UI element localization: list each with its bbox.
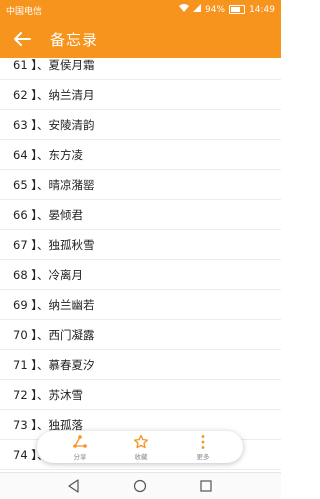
list-item[interactable]: 63 】、安陵清韵 bbox=[0, 110, 281, 140]
more-vertical-icon bbox=[201, 435, 205, 449]
list-item[interactable]: 71 】、慕春夏汐 bbox=[0, 350, 281, 380]
system-nav-bar bbox=[0, 472, 281, 499]
share-label: 分享 bbox=[73, 453, 87, 461]
status-bar: 中国电信 94% 14:49 bbox=[0, 0, 281, 20]
list-item[interactable]: 70 】、西门凝露 bbox=[0, 320, 281, 350]
favorite-label: 收藏 bbox=[134, 453, 148, 461]
clock: 14:49 bbox=[249, 4, 275, 15]
nav-home-icon[interactable] bbox=[132, 478, 148, 494]
wifi-icon bbox=[179, 4, 190, 15]
nav-back-icon[interactable] bbox=[66, 478, 82, 494]
status-right: 94% 14:49 bbox=[179, 4, 275, 15]
list-item[interactable]: 72 】、苏沐雪 bbox=[0, 380, 281, 410]
floating-toolbar: 分享 收藏 更多 bbox=[37, 431, 243, 463]
battery-icon bbox=[229, 5, 246, 14]
nav-recent-icon[interactable] bbox=[198, 478, 214, 494]
memo-list[interactable]: 61 】、夏侯月霜 62 】、纳兰清月 63 】、安陵清韵 64 】、东方凌 6… bbox=[0, 58, 281, 472]
list-item[interactable]: 62 】、纳兰清月 bbox=[0, 80, 281, 110]
list-item[interactable]: 64 】、东方凌 bbox=[0, 140, 281, 170]
list-item[interactable]: 68 】、冷离月 bbox=[0, 260, 281, 290]
share-button[interactable]: 分享 bbox=[55, 431, 105, 463]
list-item[interactable]: 66 】、晏倾君 bbox=[0, 200, 281, 230]
share-icon bbox=[73, 435, 87, 448]
list-item[interactable]: 61 】、夏侯月霜 bbox=[0, 58, 281, 80]
signal-icon bbox=[193, 4, 202, 15]
star-icon bbox=[133, 434, 149, 449]
favorite-button[interactable]: 收藏 bbox=[116, 431, 166, 463]
more-label: 更多 bbox=[196, 453, 210, 461]
list-item[interactable]: 65 】、晴凉潴罂 bbox=[0, 170, 281, 200]
page-title: 备忘录 bbox=[50, 31, 99, 49]
battery-percent: 94% bbox=[205, 4, 226, 15]
list-item[interactable]: 67 】、独孤秋雪 bbox=[0, 230, 281, 260]
list-item[interactable]: 69 】、纳兰幽若 bbox=[0, 290, 281, 320]
arrow-left-icon[interactable] bbox=[10, 27, 34, 51]
carrier-label: 中国电信 bbox=[6, 7, 43, 17]
app-bar: 备忘录 bbox=[0, 20, 281, 58]
more-button[interactable]: 更多 bbox=[178, 431, 228, 463]
